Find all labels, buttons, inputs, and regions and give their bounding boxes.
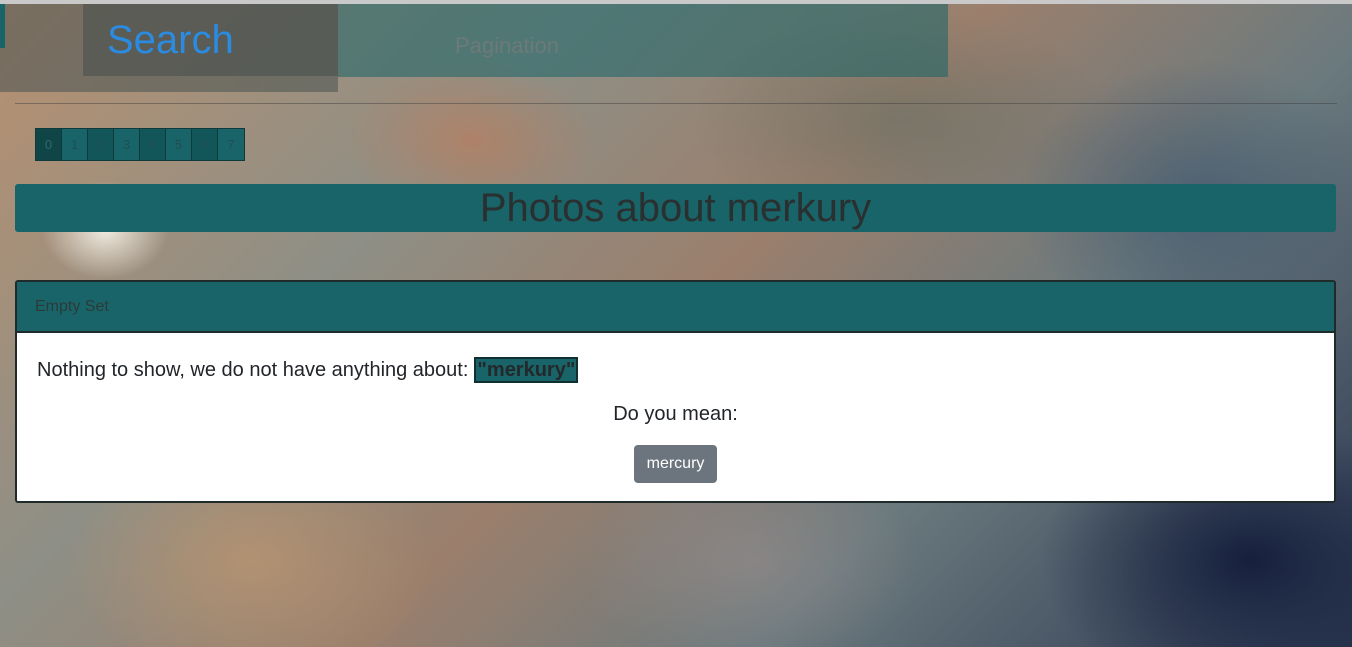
empty-message: Nothing to show, we do not have anything… bbox=[37, 357, 579, 383]
card-header: Empty Set bbox=[17, 282, 1334, 333]
page-title: Photos about merkury bbox=[479, 185, 872, 230]
suggestion-button[interactable]: mercury bbox=[634, 445, 717, 483]
navbar-strip bbox=[338, 4, 948, 77]
pagination-link[interactable]: Pagination bbox=[455, 33, 559, 59]
query-badge: "merkury" bbox=[474, 357, 579, 383]
page-button-6[interactable]: 6 bbox=[192, 129, 218, 160]
page-button-3[interactable]: 3 bbox=[114, 129, 140, 160]
card-body: Nothing to show, we do not have anything… bbox=[17, 333, 1334, 501]
page-button-2[interactable]: 2 bbox=[88, 129, 114, 160]
page-title-bar: Photos about merkury bbox=[15, 184, 1336, 232]
card-header-title: Empty Set bbox=[35, 297, 109, 315]
page-button-4[interactable]: 4 bbox=[140, 129, 166, 160]
page-button-0[interactable]: 0 bbox=[36, 129, 62, 160]
navbar-toggle-tab[interactable] bbox=[0, 4, 5, 48]
search-link[interactable]: Search bbox=[107, 18, 234, 63]
divider bbox=[15, 103, 1337, 104]
did-you-mean-text: Do you mean: bbox=[613, 403, 738, 425]
empty-message-text: Nothing to show, we do not have anything… bbox=[37, 358, 469, 381]
page-button-7[interactable]: 7 bbox=[218, 129, 244, 160]
pagination: 0 1 2 3 4 5 6 7 bbox=[35, 128, 245, 161]
page-button-5[interactable]: 5 bbox=[166, 129, 192, 160]
page-button-1[interactable]: 1 bbox=[62, 129, 88, 160]
results-card: Empty Set Nothing to show, we do not hav… bbox=[15, 280, 1336, 503]
